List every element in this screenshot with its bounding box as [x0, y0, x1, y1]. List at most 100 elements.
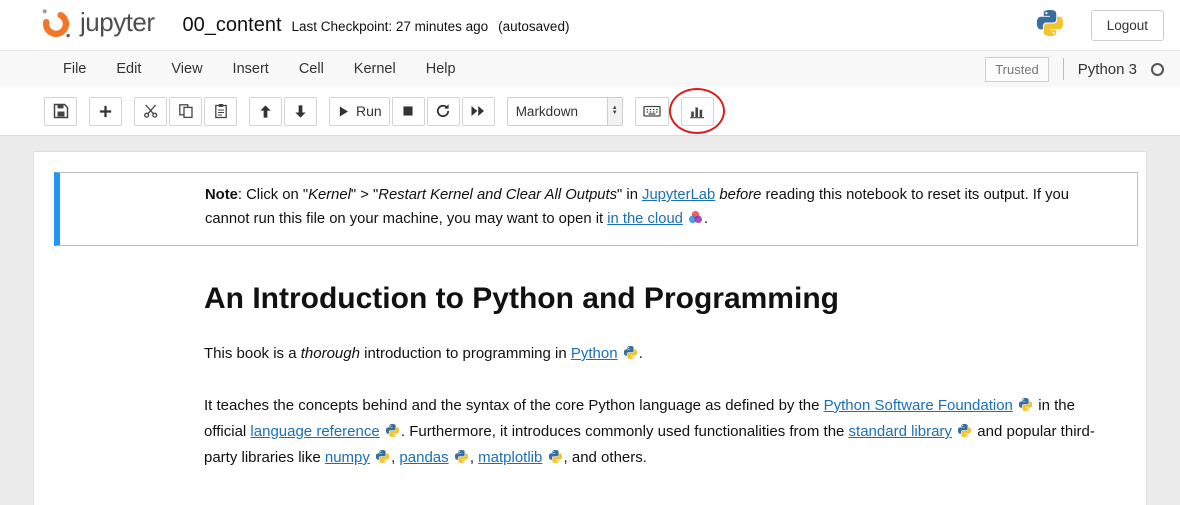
fast-forward-icon	[470, 103, 486, 119]
interrupt-kernel-button[interactable]	[392, 97, 425, 126]
copy-icon	[178, 103, 194, 119]
chart-extension-button[interactable]	[681, 97, 714, 126]
jupyter-logo-icon	[38, 5, 74, 46]
restart-kernel-icon	[435, 103, 451, 119]
intro-paragraph-2: It teaches the concepts behind and the s…	[204, 394, 1100, 472]
markdown-cell-note[interactable]: Note: Click on "Kernel" > "Restart Kerne…	[54, 172, 1138, 246]
text-run	[449, 449, 453, 466]
run-icon	[337, 105, 350, 118]
cell-type-select[interactable]: Markdown ▲▼	[507, 97, 623, 126]
move-cell-up-button[interactable]	[249, 97, 282, 126]
checkpoint-status: Last Checkpoint: 27 minutes ago	[292, 19, 489, 34]
text-run: It teaches the concepts behind and the s…	[204, 397, 824, 414]
title-area: 00_content Last Checkpoint: 27 minutes a…	[183, 14, 570, 37]
text-run: " > "	[351, 187, 378, 203]
notebook-title[interactable]: 00_content	[183, 14, 282, 37]
menu-insert[interactable]: Insert	[218, 53, 284, 85]
menu-items: File Edit View Insert Cell Kernel Help	[48, 53, 471, 85]
notebook-body: Note: Click on "Kernel" > "Restart Kerne…	[0, 135, 1180, 505]
text-run: thorough	[301, 345, 360, 362]
md-link[interactable]: in the cloud	[607, 211, 683, 227]
md-link[interactable]: Python Software Foundation	[824, 397, 1013, 414]
move-up-icon	[258, 104, 273, 119]
cell-content: An Introduction to Python and Programmin…	[204, 246, 1138, 472]
header-right: Logout	[1035, 8, 1164, 43]
md-link[interactable]: numpy	[325, 449, 370, 466]
restart-run-all-button[interactable]	[462, 97, 495, 126]
menu-edit[interactable]: Edit	[101, 53, 156, 85]
move-down-icon	[293, 104, 308, 119]
run-cell-button[interactable]: Run	[329, 97, 390, 126]
text-run	[542, 449, 546, 466]
text-run	[618, 345, 622, 362]
jupyter-logo-text: jupyter	[80, 7, 155, 44]
keyboard-icon	[643, 103, 661, 119]
logout-button[interactable]: Logout	[1091, 10, 1164, 41]
paste-icon	[213, 103, 229, 119]
jupyter-notebook-app: jupyter 00_content Last Checkpoint: 27 m…	[0, 0, 1180, 505]
select-arrow-icon: ▲▼	[607, 98, 622, 125]
python-logo-icon	[1035, 8, 1065, 43]
save-icon	[53, 103, 69, 119]
trusted-badge[interactable]: Trusted	[985, 57, 1049, 82]
cut-cell-button[interactable]	[134, 97, 167, 126]
text-run	[370, 449, 374, 466]
text-run: , and others.	[564, 449, 647, 466]
save-button[interactable]	[44, 97, 77, 126]
note-paragraph: Note: Click on "Kernel" > "Restart Kerne…	[205, 184, 1099, 234]
text-run	[380, 423, 384, 440]
toolbar: Run Markdown ▲▼	[0, 87, 1180, 135]
cell-prompt	[60, 184, 205, 234]
copy-cell-button[interactable]	[169, 97, 202, 126]
autosave-status: (autosaved)	[498, 19, 569, 34]
stop-icon	[401, 104, 415, 118]
python-icon	[623, 344, 638, 368]
bar-chart-icon	[689, 103, 705, 119]
md-link[interactable]: matplotlib	[478, 449, 542, 466]
paste-cell-button[interactable]	[204, 97, 237, 126]
kernel-idle-icon	[1151, 63, 1164, 76]
text-run: : Click on "	[238, 187, 308, 203]
header: jupyter 00_content Last Checkpoint: 27 m…	[0, 0, 1180, 50]
menu-file[interactable]: File	[48, 53, 101, 85]
menubar: File Edit View Insert Cell Kernel Help T…	[0, 50, 1180, 87]
kernel-name: Python 3	[1078, 61, 1137, 78]
text-run: Note	[205, 187, 238, 203]
text-run	[683, 211, 687, 227]
run-button-label: Run	[356, 103, 382, 119]
divider	[1063, 58, 1064, 80]
text-run: introduction to programming in	[360, 345, 571, 362]
jupyter-logo[interactable]: jupyter	[38, 5, 155, 46]
page-title: An Introduction to Python and Programmin…	[204, 282, 1100, 316]
md-link[interactable]: JupyterLab	[642, 187, 715, 203]
text-run: " in	[617, 187, 642, 203]
intro-paragraph-1: This book is a thorough introduction to …	[204, 342, 1100, 368]
restart-kernel-button[interactable]	[427, 97, 460, 126]
python-icon	[375, 448, 390, 472]
python-icon	[385, 422, 400, 446]
add-cell-button[interactable]	[89, 97, 122, 126]
menu-cell[interactable]: Cell	[284, 53, 339, 85]
text-run	[1013, 397, 1017, 414]
move-cell-down-button[interactable]	[284, 97, 317, 126]
menu-help[interactable]: Help	[411, 53, 471, 85]
markdown-cell-intro[interactable]: An Introduction to Python and Programmin…	[54, 246, 1138, 472]
menubar-right: Trusted Python 3	[985, 57, 1164, 82]
command-palette-button[interactable]	[635, 97, 669, 126]
text-run: .	[639, 345, 643, 362]
text-run	[952, 423, 956, 440]
python-icon	[1018, 396, 1033, 420]
python-icon	[957, 422, 972, 446]
md-link[interactable]: Python	[571, 345, 618, 362]
cell-type-value: Markdown	[508, 104, 607, 119]
text-run: . Furthermore, it introduces commonly us…	[401, 423, 849, 440]
notebook-container: Note: Click on "Kernel" > "Restart Kerne…	[33, 151, 1147, 505]
md-link[interactable]: standard library	[849, 423, 952, 440]
cell-content: Note: Click on "Kernel" > "Restart Kerne…	[205, 184, 1137, 234]
md-link[interactable]: language reference	[250, 423, 379, 440]
cut-icon	[143, 103, 159, 119]
menu-view[interactable]: View	[156, 53, 217, 85]
text-run: Restart Kernel and Clear All Outputs	[378, 187, 617, 203]
menu-kernel[interactable]: Kernel	[339, 53, 411, 85]
md-link[interactable]: pandas	[399, 449, 448, 466]
